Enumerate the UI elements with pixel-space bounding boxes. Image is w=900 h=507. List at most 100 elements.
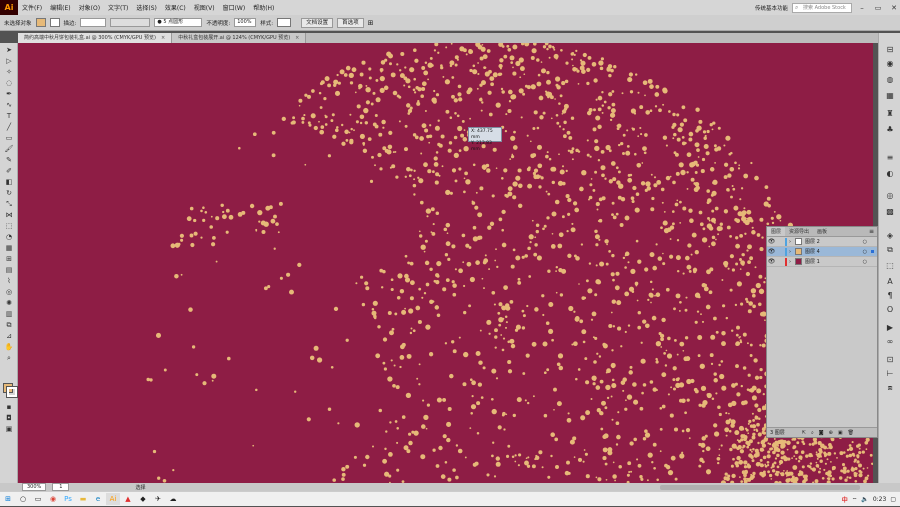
opacity-field[interactable]: 100%	[234, 18, 257, 27]
stroke-swatch[interactable]	[49, 18, 60, 27]
transform-panel-icon[interactable]: ⊡	[884, 355, 896, 365]
shaper-tool-icon[interactable]: ✐	[3, 167, 15, 176]
edge-icon[interactable]: e	[91, 493, 105, 505]
stock-search-input[interactable]: ⌕ 搜索 Adobe Stock	[792, 2, 852, 13]
transparency-panel-icon[interactable]: ◐	[884, 169, 896, 179]
panel-menu-icon[interactable]: ≡	[869, 227, 877, 236]
photoshop-icon[interactable]: Ps	[61, 493, 75, 505]
clock[interactable]: 0:23	[873, 496, 886, 503]
visibility-eye-icon[interactable]: 👁	[767, 238, 776, 245]
stroke-color-swatch[interactable]	[6, 386, 18, 398]
type-tool-icon[interactable]: T	[3, 112, 15, 121]
minimize-button[interactable]: –	[856, 4, 868, 12]
tab-asset-export[interactable]: 资源导出	[785, 227, 813, 236]
visibility-eye-icon[interactable]: 👁	[767, 258, 776, 265]
delete-layer-icon[interactable]: 🗑	[848, 430, 854, 436]
notification-icon[interactable]: ▢	[890, 496, 896, 503]
menu-type[interactable]: 文字(T)	[104, 3, 132, 12]
tab-artboards[interactable]: 画板	[813, 227, 831, 236]
symbol-sprayer-tool-icon[interactable]: ✺	[3, 299, 15, 308]
gradient-tool-icon[interactable]: ▤	[3, 266, 15, 275]
new-layer-icon[interactable]: ▣	[838, 430, 843, 436]
rotate-tool-icon[interactable]: ↻	[3, 189, 15, 198]
free-transform-tool-icon[interactable]: ⬚	[3, 222, 15, 231]
eraser-tool-icon[interactable]: ◧	[3, 178, 15, 187]
artboard-tool-icon[interactable]: ⧉	[3, 321, 15, 330]
fill-swatch[interactable]	[35, 18, 46, 27]
zoom-tool-icon[interactable]: ⌕	[3, 354, 15, 363]
app-icon[interactable]: ▲	[121, 493, 135, 505]
blend-tool-icon[interactable]: ◎	[3, 288, 15, 297]
character-panel-icon[interactable]: A	[884, 277, 896, 287]
screen-mode-icon[interactable]: ▣	[3, 425, 15, 434]
start-menu-icon[interactable]: ⊞	[1, 493, 15, 505]
task-view-icon[interactable]: ▭	[31, 493, 45, 505]
visibility-eye-icon[interactable]: 👁	[767, 248, 776, 255]
color-mode-icon[interactable]: ▪	[3, 403, 15, 412]
menu-object[interactable]: 对象(O)	[75, 3, 104, 12]
width-tool-icon[interactable]: ⋈	[3, 211, 15, 220]
magic-wand-tool-icon[interactable]: ✧	[3, 68, 15, 77]
swatches-panel-icon[interactable]: ▦	[884, 91, 896, 101]
menu-select[interactable]: 选择(S)	[132, 3, 161, 12]
selection-square-icon[interactable]	[871, 250, 874, 253]
search-icon[interactable]: ○	[16, 493, 30, 505]
artwork-canvas[interactable]: X: 437.75 mm Y: 213.83 mm	[18, 43, 873, 483]
preferences-button[interactable]: 首选项	[337, 17, 364, 28]
actions-panel-icon[interactable]: ▶	[884, 323, 896, 333]
tab-layers[interactable]: 图层	[767, 227, 786, 236]
pencil-tool-icon[interactable]: ✎	[3, 156, 15, 165]
pen-tool-icon[interactable]: ✒	[3, 90, 15, 99]
layer-name[interactable]: 图层 2	[805, 238, 820, 245]
scale-tool-icon[interactable]: ⤡	[3, 200, 15, 209]
line-tool-icon[interactable]: ╱	[3, 123, 15, 132]
close-button[interactable]: ✕	[888, 4, 900, 12]
search-layer-icon[interactable]: ⌕	[811, 430, 814, 436]
direct-selection-tool-icon[interactable]: ▷	[3, 57, 15, 66]
paintbrush-tool-icon[interactable]: 🖌	[3, 145, 15, 154]
menu-file[interactable]: 文件(F)	[18, 3, 46, 12]
menu-view[interactable]: 视图(V)	[190, 3, 219, 12]
chrome-icon[interactable]: ◉	[46, 493, 60, 505]
hand-tool-icon[interactable]: ✋	[3, 343, 15, 352]
document-setup-button[interactable]: 文档设置	[301, 17, 334, 28]
perspective-grid-tool-icon[interactable]: ▦	[3, 244, 15, 253]
selection-tool-icon[interactable]: ➤	[3, 46, 15, 55]
ime-indicator[interactable]: 中	[842, 495, 848, 504]
illustrator-icon[interactable]: Ai	[106, 493, 120, 505]
appearance-panel-icon[interactable]: ◎	[884, 191, 896, 201]
shape-builder-tool-icon[interactable]: ◔	[3, 233, 15, 242]
tab-document-1[interactable]: 简约高端中秋月饼包装礼盒.ai @ 300% (CMYK/GPU 预览) ×	[18, 33, 173, 43]
horizontal-scrollbar[interactable]	[660, 484, 860, 490]
align-panel-icon[interactable]: ⊢	[884, 369, 896, 379]
clipping-mask-icon[interactable]: ◙	[819, 430, 824, 436]
variable-width-field[interactable]	[110, 18, 151, 27]
app-icon[interactable]: ☁	[166, 493, 180, 505]
tab-document-2[interactable]: 中秋礼盒包装展开.ai @ 124% (CMYK/GPU 预览) ×	[172, 33, 307, 43]
target-circle-icon[interactable]: ○	[863, 259, 867, 265]
eyedropper-tool-icon[interactable]: ⌇	[3, 277, 15, 286]
target-circle-icon[interactable]: ○	[863, 249, 867, 255]
app-icon[interactable]: ◆	[136, 493, 150, 505]
network-icon[interactable]: ⌔	[852, 496, 858, 504]
menu-help[interactable]: 帮助(H)	[249, 3, 278, 12]
graph-tool-icon[interactable]: ▥	[3, 310, 15, 319]
layer-name[interactable]: 图层 1	[805, 258, 820, 265]
close-tab-icon[interactable]: ×	[295, 35, 299, 41]
opentype-panel-icon[interactable]: O	[884, 305, 896, 315]
align-icon[interactable]: ⊞	[368, 19, 374, 27]
layer-row[interactable]: 👁 › 图层 1 ○	[767, 257, 877, 267]
close-tab-icon[interactable]: ×	[161, 35, 165, 41]
slice-tool-icon[interactable]: ⊿	[3, 332, 15, 341]
curvature-tool-icon[interactable]: ∿	[3, 101, 15, 110]
color-panel-icon[interactable]: ◉	[884, 59, 896, 69]
layer-row[interactable]: 👁 › 图层 2 ○	[767, 237, 877, 247]
style-swatch[interactable]	[277, 18, 292, 27]
stroke-weight-field[interactable]	[80, 18, 107, 27]
color-guide-icon[interactable]: ◍	[884, 75, 896, 85]
brush-field[interactable]: ● 5 点圆形	[154, 18, 203, 27]
app-icon[interactable]: ✈	[151, 493, 165, 505]
menu-effect[interactable]: 效果(C)	[161, 3, 190, 12]
artboard-nav-field[interactable]: 1	[52, 483, 70, 491]
target-circle-icon[interactable]: ○	[863, 239, 867, 245]
